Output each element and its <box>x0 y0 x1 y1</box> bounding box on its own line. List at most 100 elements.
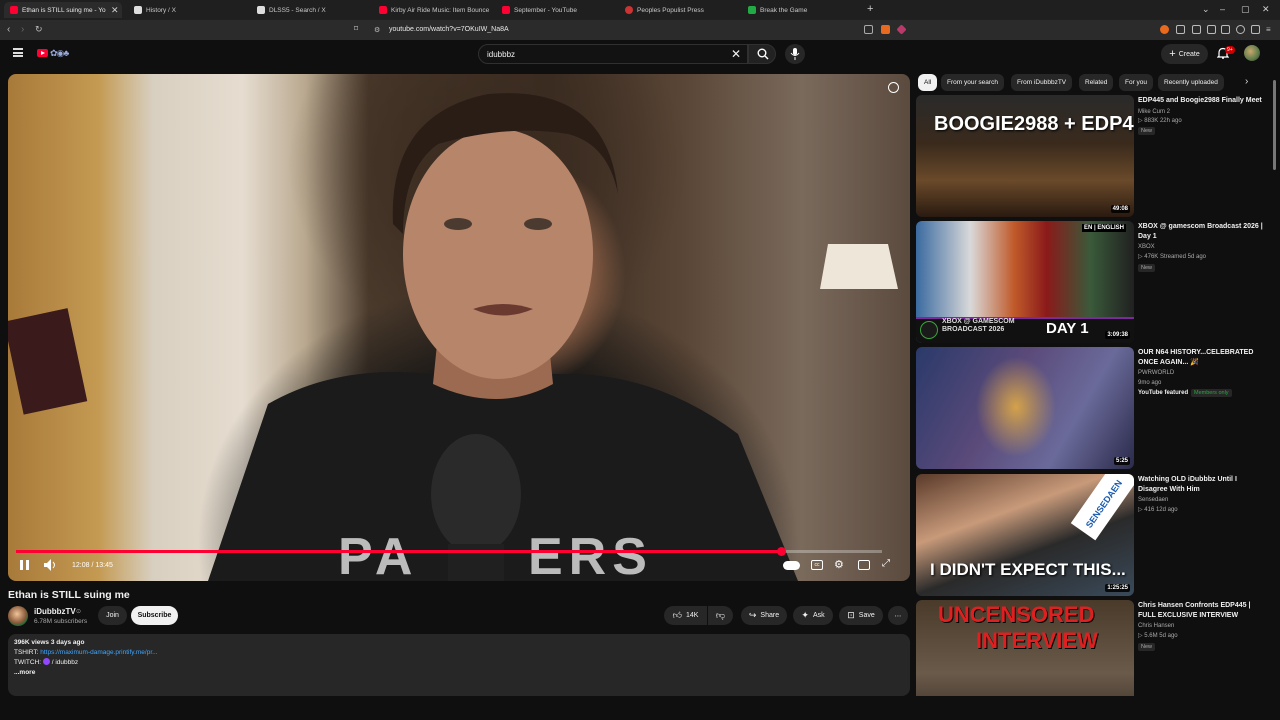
recommendation-item[interactable]: EN | ENGLISH XBOX @ GAMESCOM BROADCAST 2… <box>916 221 1266 345</box>
recommendation-item[interactable]: UNCENSORED INTERVIEW Chris Hansen Confro… <box>916 600 1266 696</box>
channel-avatar[interactable] <box>8 606 28 626</box>
tab-dlss5[interactable]: DLSS5 - Search / X <box>251 2 369 18</box>
twitch-link[interactable]: / idubbbz <box>52 659 78 666</box>
rec-title[interactable]: Chris Hansen Confronts EDP445 | FULL EXC… <box>1138 601 1266 620</box>
chip-from-channel[interactable]: From iDubbbzTV <box>1011 74 1073 91</box>
video-player[interactable]: PA ERS 12:08 / 13:45 cc ⚙ ⤢ <box>8 74 910 581</box>
sidebar-icon[interactable] <box>1207 25 1216 34</box>
subscribe-label: Subscribe <box>137 612 172 619</box>
site-info-icon[interactable]: ⚙ <box>374 26 380 34</box>
account-avatar[interactable] <box>1244 45 1260 61</box>
channel-name[interactable]: iDubbbzTV <box>34 607 76 616</box>
plus-icon: + <box>1169 48 1176 60</box>
chip-for-you[interactable]: For you <box>1119 74 1154 91</box>
forward-icon[interactable]: › <box>21 24 24 35</box>
chip-recently-uploaded[interactable]: Recently uploaded <box>1158 74 1224 91</box>
shield-icon[interactable] <box>1251 25 1260 34</box>
new-tab-icon[interactable]: + <box>867 3 873 15</box>
share-icon: ↪ <box>748 610 757 620</box>
close-tab-icon[interactable]: ✕ <box>111 5 119 16</box>
chevron-right-icon[interactable]: › <box>1245 76 1248 87</box>
brave-shield-icon[interactable] <box>881 25 890 34</box>
save-button[interactable]: ⊡ Save <box>839 606 883 625</box>
rec-title[interactable]: Watching OLD iDubbbz Until I Disagree Wi… <box>1138 475 1266 494</box>
rec-title[interactable]: XBOX @ gamescom Broadcast 2026 | Day 1 <box>1138 222 1266 241</box>
create-button[interactable]: + Create <box>1161 44 1208 64</box>
tab-break-the-game[interactable]: Break the Game <box>742 2 860 18</box>
pause-icon[interactable] <box>20 560 29 570</box>
rec-channel[interactable]: XBOX <box>1138 243 1266 252</box>
url-field[interactable]: youtube.com/watch?v=7OKuIW_Na8A <box>389 26 509 33</box>
search-button[interactable] <box>748 44 776 64</box>
join-button[interactable]: Join <box>98 606 127 625</box>
search-input[interactable]: idubbbz <box>487 50 515 59</box>
subscribe-button[interactable]: Subscribe <box>131 606 178 625</box>
extension-icon[interactable] <box>1160 25 1169 34</box>
x-favicon-icon <box>134 6 142 14</box>
guide-menu-icon[interactable] <box>13 48 23 57</box>
rec-channel[interactable]: Mike Cum 2 <box>1138 108 1266 117</box>
close-window-icon[interactable]: ✕ <box>1262 4 1270 15</box>
voice-search-button[interactable] <box>785 44 805 64</box>
video-thumbnail[interactable]: UNCENSORED INTERVIEW <box>916 600 1134 696</box>
youtube-logo-icon[interactable] <box>37 49 48 57</box>
rec-channel[interactable]: Sensedaen <box>1138 496 1266 505</box>
share-button[interactable]: ↪ Share <box>741 606 787 625</box>
recommendation-item[interactable]: SENSEDAEN I DIDN'T EXPECT THIS... 1:25:2… <box>916 474 1266 598</box>
maximize-icon[interactable]: ▢ <box>1241 4 1250 15</box>
chip-all[interactable]: All <box>918 74 938 91</box>
tab-peoples-populist[interactable]: Peoples Populist Press <box>619 2 737 18</box>
scrubber-handle[interactable] <box>776 547 786 556</box>
video-thumbnail[interactable]: SENSEDAEN I DIDN'T EXPECT THIS... 1:25:2… <box>916 474 1134 596</box>
cast-icon[interactable] <box>864 25 873 34</box>
autoplay-toggle[interactable] <box>783 561 800 570</box>
ask-button[interactable]: ✦ Ask <box>793 606 833 625</box>
rec-channel[interactable]: Chris Hansen <box>1138 622 1266 631</box>
video-thumbnail[interactable]: 5:25 <box>916 347 1134 469</box>
volume-icon[interactable] <box>44 559 57 571</box>
rec-title[interactable]: EDP445 and Boogie2988 Finally Meet <box>1138 96 1266 106</box>
browser-menu-icon[interactable]: ≡ <box>1266 25 1271 34</box>
info-icon[interactable] <box>888 82 899 93</box>
more-link[interactable]: ...more <box>14 668 904 678</box>
dislike-button[interactable]: 👎︎ <box>708 606 733 625</box>
tab-search-icon[interactable]: ⌄ <box>1202 4 1210 15</box>
extension-icon[interactable] <box>1176 25 1185 34</box>
miniplayer-icon[interactable] <box>858 560 870 570</box>
settings-gear-icon[interactable]: ⚙ <box>834 558 844 571</box>
description-box[interactable]: 396K views 3 days ago TSHIRT: https://ma… <box>8 634 910 696</box>
more-actions-button[interactable]: ⋯ <box>888 606 908 625</box>
video-thumbnail[interactable]: BOOGIE2988 + EDP445 49:08 <box>916 95 1134 217</box>
recommendation-item[interactable]: 5:25 OUR N64 HISTORY...CELEBRATED ONCE A… <box>916 347 1266 471</box>
video-thumbnail[interactable]: EN | ENGLISH XBOX @ GAMESCOM BROADCAST 2… <box>916 221 1134 343</box>
rec-meta: ▷ 416 12d ago <box>1138 507 1178 513</box>
wallet-icon[interactable] <box>1221 25 1230 34</box>
twitch-icon <box>42 658 50 665</box>
minimize-icon[interactable]: – <box>1220 4 1225 14</box>
chip-related[interactable]: Related <box>1079 74 1114 91</box>
bookmark-icon[interactable]: ⌑ <box>354 24 358 33</box>
tab-kirby[interactable]: Kirby Air Ride Music: Item Bounce <box>373 2 491 18</box>
reload-icon[interactable]: ↻ <box>35 24 43 35</box>
progress-bar[interactable] <box>16 547 882 556</box>
thumbnail-text-day: DAY 1 <box>1046 320 1089 337</box>
tab-september[interactable]: September - YouTube <box>496 2 614 18</box>
back-icon[interactable]: ‹ <box>7 24 10 35</box>
tab-active[interactable]: Ethan is STILL suing me - Yo <box>4 2 122 18</box>
chip-from-your-search[interactable]: From your search <box>941 74 1004 91</box>
tshirt-link[interactable]: https://maximum-damage.printify.me/pr... <box>40 649 157 656</box>
captions-icon[interactable]: cc <box>811 560 823 570</box>
music-icon[interactable] <box>1192 25 1201 34</box>
rewards-icon[interactable] <box>896 24 907 35</box>
rec-title[interactable]: OUR N64 HISTORY...CELEBRATED ONCE AGAIN.… <box>1138 348 1266 367</box>
recommendation-item[interactable]: BOOGIE2988 + EDP445 49:08 EDP445 and Boo… <box>916 95 1266 219</box>
search-box[interactable]: idubbbz ✕ <box>478 44 748 64</box>
rec-channel[interactable]: PWRWORLD <box>1138 369 1266 378</box>
like-button[interactable]: 👍︎ 14K <box>664 606 707 625</box>
clear-search-icon[interactable]: ✕ <box>731 47 741 61</box>
fullscreen-icon[interactable]: ⤢ <box>882 558 890 569</box>
vpn-icon[interactable] <box>1236 25 1245 34</box>
tab-history[interactable]: History / X <box>128 2 246 18</box>
youtube-doodle-icon[interactable]: ✿◉♣ <box>50 48 69 59</box>
page-scrollbar-thumb[interactable] <box>1273 80 1276 170</box>
